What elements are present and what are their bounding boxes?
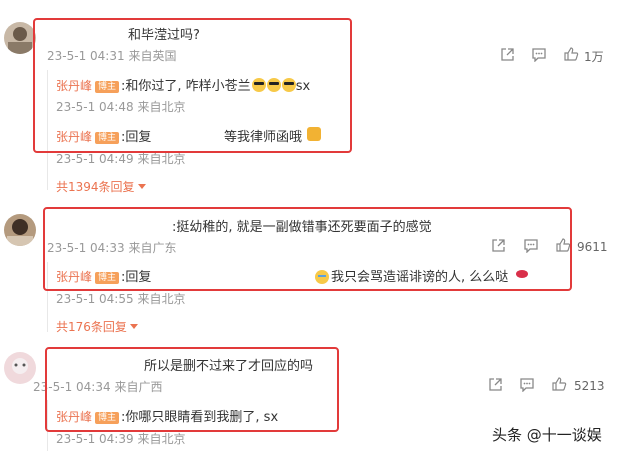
avatar[interactable] [4, 214, 36, 246]
like-icon[interactable] [563, 46, 579, 62]
like-count: 9611 [577, 240, 608, 254]
watermark: 头条 @十一谈娱 [492, 426, 602, 444]
reply-time: 23-5-1 04:49 [56, 152, 134, 166]
share-icon[interactable] [500, 47, 515, 62]
reply-location: 来自北京 [137, 152, 186, 166]
avatar[interactable] [4, 352, 36, 384]
chevron-down-icon [137, 184, 146, 189]
highlight-box [45, 347, 339, 432]
more-replies-label: 共176条回复 [56, 320, 127, 334]
highlight-box [33, 18, 352, 153]
more-replies-label: 共1394条回复 [56, 180, 135, 194]
more-replies-link[interactable]: 共1394条回复 [56, 178, 146, 195]
reply-meta: 23-5-1 04:55 来自北京 [56, 290, 185, 307]
like-count: 1万 [584, 50, 604, 64]
reply-time: 23-5-1 04:39 [56, 432, 134, 446]
chevron-down-icon [129, 324, 138, 329]
reply-time: 23-5-1 04:55 [56, 292, 134, 306]
reply-meta: 23-5-1 04:39 来自北京 [56, 430, 185, 447]
avatar[interactable] [4, 22, 36, 54]
more-replies-link[interactable]: 共176条回复 [56, 318, 138, 335]
highlight-box [43, 207, 572, 291]
reply-location: 来自北京 [137, 432, 186, 446]
like-count: 5213 [574, 379, 605, 393]
reply-location: 来自北京 [137, 292, 186, 306]
share-icon[interactable] [488, 377, 503, 392]
like-icon[interactable] [551, 376, 567, 392]
comment-icon[interactable] [519, 377, 535, 392]
comment-icon[interactable] [531, 47, 547, 62]
